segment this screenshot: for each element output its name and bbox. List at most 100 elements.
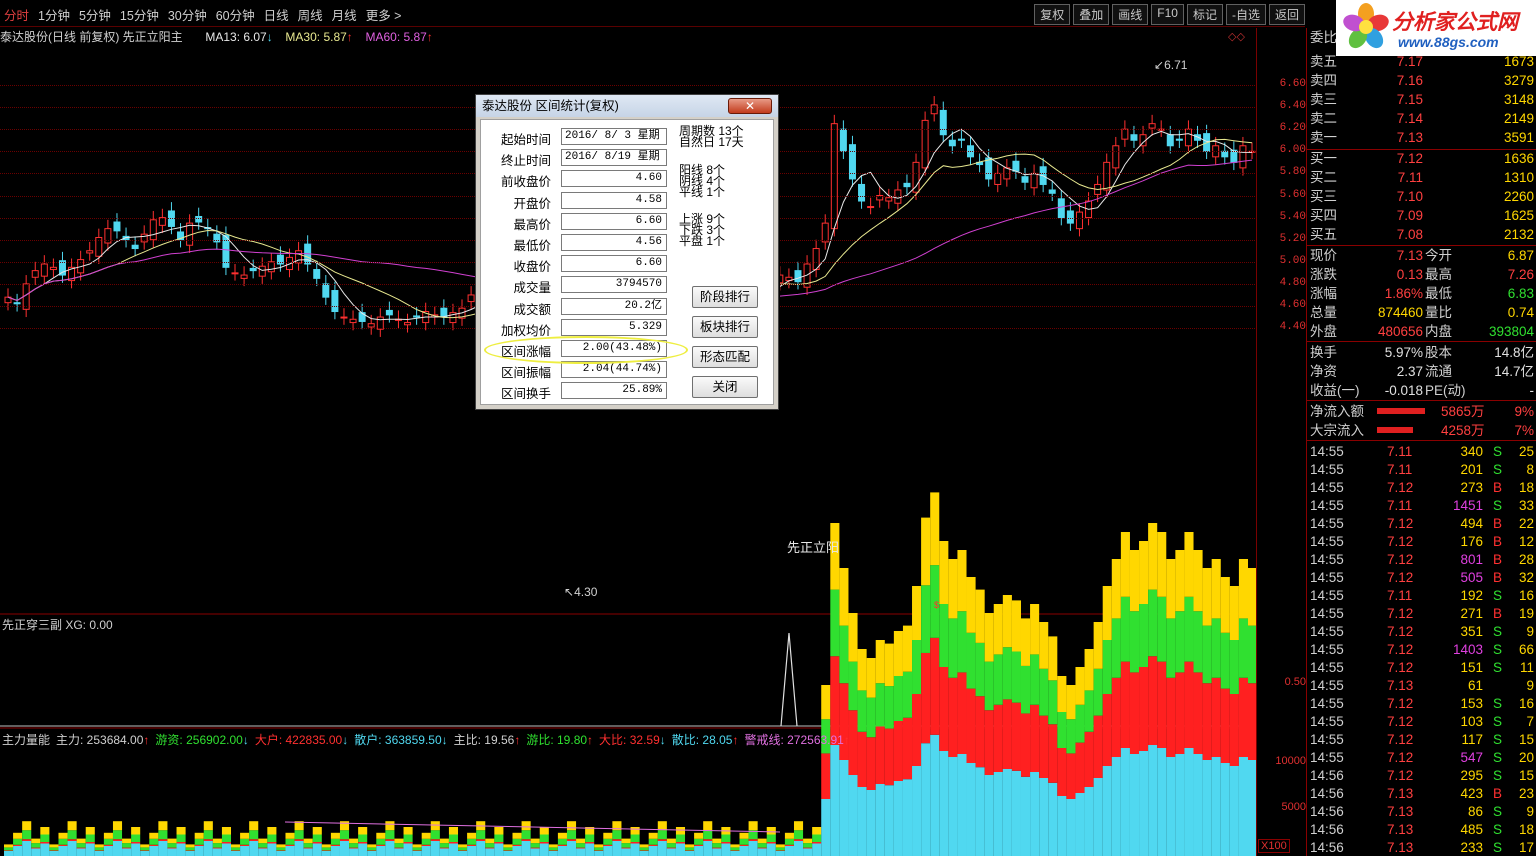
- tool-button-3[interactable]: F10: [1151, 4, 1184, 25]
- tab-2[interactable]: 5分钟: [79, 5, 111, 24]
- dialog-button-0[interactable]: 阶段排行: [692, 286, 758, 308]
- tick-volume: 233: [1460, 840, 1483, 855]
- dialog-button-3[interactable]: 关闭: [692, 376, 758, 398]
- flower-icon: [1343, 3, 1389, 49]
- volume-segment: [1084, 690, 1094, 732]
- tool-button-0[interactable]: 复权: [1034, 4, 1071, 25]
- volume-segment: [49, 850, 59, 851]
- dialog-button-2[interactable]: 形态匹配: [692, 346, 758, 368]
- volume-segment: [675, 834, 686, 842]
- tool-button-5[interactable]: -自选: [1225, 4, 1266, 25]
- volume-segment: [803, 848, 813, 856]
- tick-side: S: [1493, 804, 1503, 819]
- candle-body: [258, 265, 266, 277]
- volume-segment: [685, 847, 695, 851]
- tick-price: 7.11: [1387, 462, 1413, 477]
- volume-segment: [712, 847, 722, 849]
- tab-8[interactable]: 月线: [332, 5, 357, 24]
- volume-segment: [321, 844, 331, 848]
- volume-segment: [240, 846, 250, 856]
- price-tick-label: 5.20: [1279, 232, 1306, 245]
- ma13-label: MA13: 6.07: [205, 30, 267, 44]
- legend-arrow: ↑: [732, 733, 739, 747]
- legend-arrow: ↑: [143, 733, 150, 747]
- dialog-close-button[interactable]: ✕: [728, 98, 772, 114]
- volume-segment: [657, 839, 667, 841]
- tool-button-1[interactable]: 叠加: [1073, 4, 1110, 25]
- tab-9[interactable]: 更多 >: [366, 5, 402, 24]
- tool-button-4[interactable]: 标记: [1186, 4, 1223, 25]
- tick-row: 14:55 7.12 153 S 16: [1307, 695, 1536, 713]
- volume-segment: [294, 830, 304, 840]
- volume-segment: [94, 844, 104, 848]
- volume-segment: [285, 832, 295, 839]
- volume-segment: [285, 844, 295, 846]
- candle-body: [1103, 161, 1111, 191]
- tick-count: 15: [1518, 768, 1534, 783]
- dialog-stat-note: 平盘 1个: [679, 234, 726, 248]
- volume-segment: [312, 842, 322, 844]
- candle-body: [1121, 128, 1129, 140]
- tool-button-6[interactable]: 返回: [1268, 4, 1305, 25]
- volume-legend-item: 游资: 256902.00: [155, 733, 243, 747]
- date-picker[interactable]: 2016/ 8/ 3 星期: [561, 128, 667, 145]
- volume-segment: [494, 843, 504, 856]
- tick-row: 14:55 7.12 505 B 32: [1307, 569, 1536, 587]
- volume-segment: [85, 843, 95, 856]
- volume-segment: [512, 846, 522, 856]
- tick-side: S: [1493, 462, 1503, 477]
- volume-segment: [639, 850, 649, 851]
- candle-body: [49, 266, 57, 271]
- volume-segment: [485, 848, 495, 856]
- candle-body: [213, 233, 221, 243]
- tick-side: S: [1493, 642, 1503, 657]
- volume-segment: [358, 842, 368, 844]
- volume-segment: [131, 843, 141, 856]
- volume-segment: [521, 830, 531, 840]
- tool-button-2[interactable]: 画线: [1112, 4, 1149, 25]
- volume-segment: [303, 847, 313, 849]
- sell-level-price: 7.15: [1396, 92, 1423, 107]
- tick-volume: 1451: [1452, 498, 1483, 513]
- volume-segment: [1248, 625, 1256, 684]
- high-price-label: ↙6.71: [1154, 58, 1188, 72]
- candle-body: [58, 260, 66, 276]
- volume-segment: [221, 827, 232, 835]
- volume-segment: [22, 821, 32, 831]
- tab-0[interactable]: 分时: [4, 5, 29, 24]
- sell-level-row: 卖二 7.14 2149: [1307, 109, 1536, 128]
- volume-segment: [694, 844, 704, 846]
- volume-segment: [793, 841, 804, 856]
- volume-segment: [603, 846, 613, 856]
- volume-segment: [984, 775, 994, 856]
- volume-segment: [203, 841, 213, 856]
- tab-6[interactable]: 日线: [264, 5, 289, 24]
- volume-segment: [1084, 649, 1094, 691]
- sell-level-row: 卖一 7.13 3591: [1307, 128, 1536, 147]
- tab-1[interactable]: 1分钟: [38, 5, 70, 24]
- volume-segment: [1220, 688, 1230, 763]
- volume-segment: [503, 847, 513, 851]
- stat-label-2: 最低: [1425, 286, 1452, 301]
- volume-segment: [857, 690, 867, 732]
- date-picker[interactable]: 2016/ 8/19 星期: [561, 149, 667, 167]
- volume-segment: [639, 844, 649, 848]
- volume-segment: [1102, 694, 1112, 766]
- volume-segment: [848, 661, 858, 711]
- volume-segment: [612, 841, 622, 856]
- tab-5[interactable]: 60分钟: [216, 5, 255, 24]
- tick-count: 33: [1518, 498, 1534, 513]
- tab-7[interactable]: 周线: [298, 5, 323, 24]
- tab-3[interactable]: 15分钟: [120, 5, 159, 24]
- tab-4[interactable]: 30分钟: [168, 5, 207, 24]
- sub-chart-ylabel: 0.50: [1284, 676, 1306, 688]
- dialog-field-label: 开盘价: [513, 196, 551, 211]
- dialog-button-1[interactable]: 板块排行: [692, 316, 758, 338]
- volume-segment: [548, 851, 558, 856]
- volume-segment: [848, 613, 858, 662]
- tick-time: 14:55: [1310, 570, 1344, 585]
- tick-price: 7.13: [1387, 840, 1414, 855]
- tick-time: 14:55: [1310, 696, 1344, 711]
- tick-count: 20: [1518, 750, 1534, 765]
- volume-segment: [666, 838, 676, 844]
